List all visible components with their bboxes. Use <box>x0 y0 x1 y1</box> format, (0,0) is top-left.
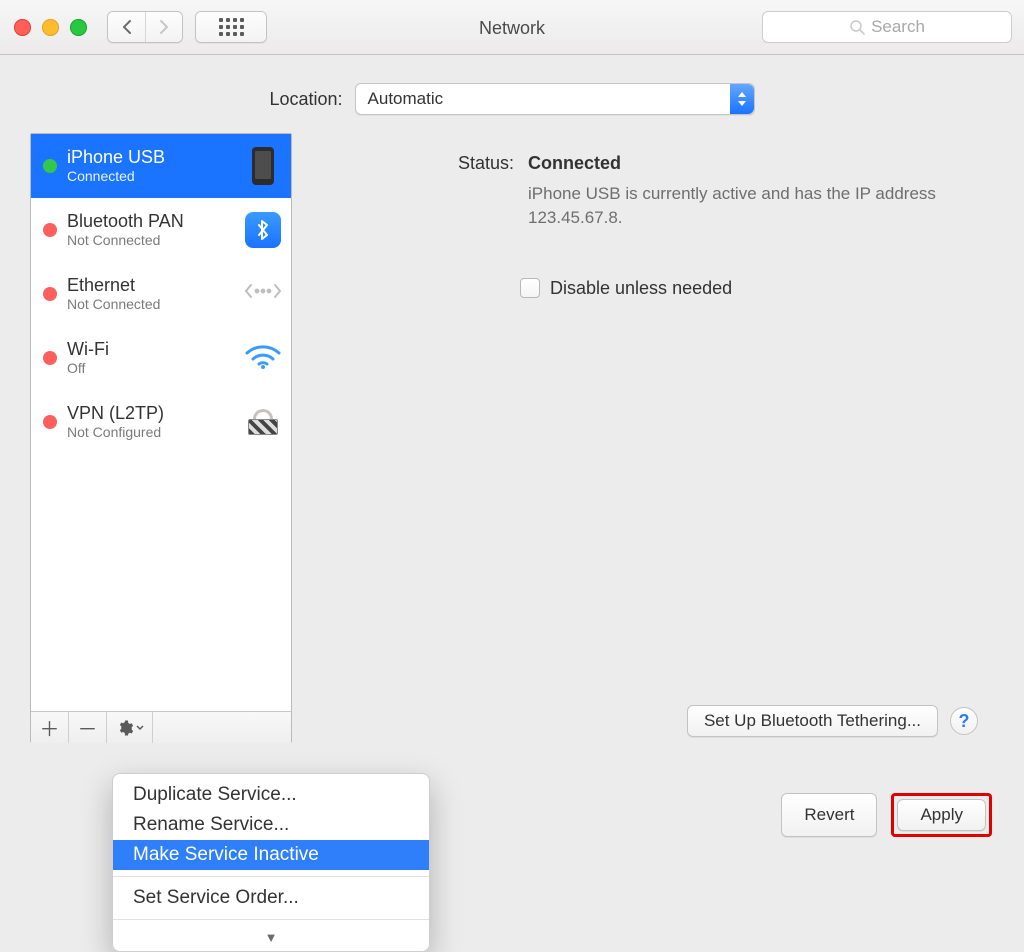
service-name: VPN (L2TP) <box>67 403 235 424</box>
revert-button[interactable]: Revert <box>781 793 877 837</box>
service-name: Ethernet <box>67 275 235 296</box>
wifi-icon <box>243 341 283 374</box>
service-actions-button[interactable] <box>107 712 153 743</box>
select-stepper-icon <box>730 84 754 114</box>
menu-item-make-service-inactive[interactable]: Make Service Inactive <box>113 840 429 870</box>
menu-separator <box>113 876 429 877</box>
back-button[interactable] <box>108 12 145 42</box>
titlebar: Network Search <box>0 0 1024 55</box>
service-text: iPhone USBConnected <box>67 147 235 184</box>
service-text: VPN (L2TP)Not Configured <box>67 403 235 440</box>
menu-item-rename-service[interactable]: Rename Service... <box>113 810 429 840</box>
status-value: Connected <box>528 153 621 174</box>
service-status: Not Configured <box>67 424 235 440</box>
window-controls <box>14 19 87 36</box>
disable-unless-needed-row: Disable unless needed <box>520 278 978 299</box>
location-value: Automatic <box>368 89 444 109</box>
nav-back-forward <box>107 11 183 43</box>
detail-pane: Status: Connected iPhone USB is currentl… <box>314 133 994 743</box>
ethernet-icon <box>243 279 283 308</box>
service-text: Wi-FiOff <box>67 339 235 376</box>
status-dot <box>43 351 57 365</box>
gear-icon <box>116 719 134 737</box>
service-status: Connected <box>67 168 235 184</box>
close-window-button[interactable] <box>14 19 31 36</box>
service-text: Bluetooth PANNot Connected <box>67 211 235 248</box>
status-dot <box>43 287 57 301</box>
status-row: Status: Connected <box>320 153 978 174</box>
sidebar-service-ethernet[interactable]: EthernetNot Connected <box>31 262 291 326</box>
zoom-window-button[interactable] <box>70 19 87 36</box>
apply-button[interactable]: Apply <box>897 799 986 831</box>
bluetooth-icon <box>245 212 281 248</box>
menu-separator <box>113 919 429 920</box>
service-name: Wi-Fi <box>67 339 235 360</box>
menu-item-set-service-order[interactable]: Set Service Order... <box>113 883 429 913</box>
service-status: Not Connected <box>67 296 235 312</box>
service-actions-menu: Duplicate Service...Rename Service...Mak… <box>112 773 430 952</box>
search-field[interactable]: Search <box>762 11 1012 43</box>
disable-unless-needed-label: Disable unless needed <box>550 278 732 299</box>
search-icon <box>849 19 865 35</box>
service-status: Off <box>67 360 235 376</box>
help-button[interactable]: ? <box>950 707 978 735</box>
setup-row: Set Up Bluetooth Tethering... ? <box>320 705 978 743</box>
add-service-button[interactable]: ＋ <box>31 712 69 743</box>
remove-service-button[interactable]: － <box>69 712 107 743</box>
search-placeholder: Search <box>871 17 925 37</box>
status-description: iPhone USB is currently active and has t… <box>528 182 948 230</box>
status-dot <box>43 159 57 173</box>
status-dot <box>43 223 57 237</box>
sidebar-service-bluetooth-pan[interactable]: Bluetooth PANNot Connected <box>31 198 291 262</box>
show-all-prefs[interactable] <box>195 11 267 43</box>
lock-icon <box>248 409 278 435</box>
service-name: iPhone USB <box>67 147 235 168</box>
sidebar-service-iphone-usb[interactable]: iPhone USBConnected <box>31 134 291 198</box>
service-name: Bluetooth PAN <box>67 211 235 232</box>
sidebar-service-wi-fi[interactable]: Wi-FiOff <box>31 326 291 390</box>
menu-item-duplicate-service[interactable]: Duplicate Service... <box>113 780 429 810</box>
status-dot <box>43 415 57 429</box>
apply-highlight: Apply <box>891 793 992 837</box>
grid-icon <box>196 12 266 42</box>
location-select[interactable]: Automatic <box>355 83 755 115</box>
location-label: Location: <box>269 89 342 110</box>
setup-tethering-button[interactable]: Set Up Bluetooth Tethering... <box>687 705 938 737</box>
main-content: iPhone USBConnectedBluetooth PANNot Conn… <box>0 133 1024 743</box>
services-sidebar: iPhone USBConnectedBluetooth PANNot Conn… <box>30 133 292 743</box>
sidebar-service-vpn-l2tp-[interactable]: VPN (L2TP)Not Configured <box>31 390 291 454</box>
minimize-window-button[interactable] <box>42 19 59 36</box>
service-status: Not Connected <box>67 232 235 248</box>
phone-icon <box>252 147 274 185</box>
sidebar-toolbar: ＋ － <box>31 711 291 743</box>
chevron-down-icon <box>136 724 144 732</box>
disable-unless-needed-checkbox[interactable] <box>520 278 540 298</box>
status-label: Status: <box>320 153 520 174</box>
menu-scroll-down-icon[interactable]: ▼ <box>113 926 429 945</box>
location-row: Location: Automatic <box>0 55 1024 133</box>
forward-button[interactable] <box>145 12 182 42</box>
service-text: EthernetNot Connected <box>67 275 235 312</box>
